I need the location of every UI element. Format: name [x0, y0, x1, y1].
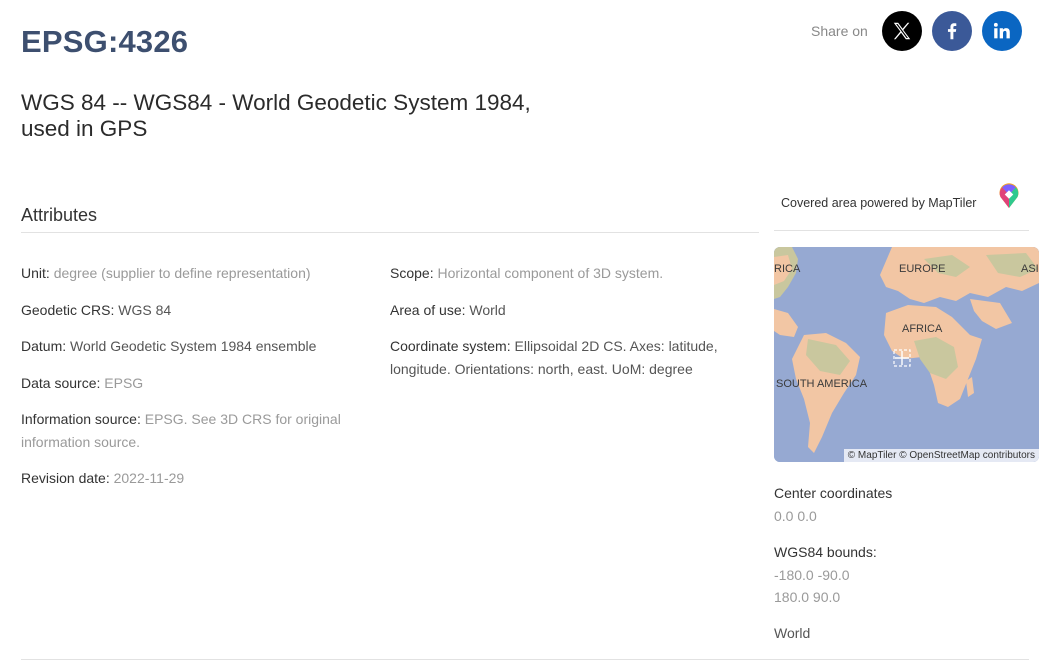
attr-label: Datum:: [21, 338, 67, 354]
attr-label: Revision date:: [21, 470, 110, 486]
attr-datum: Datum: World Geodetic System 1984 ensemb…: [21, 335, 366, 358]
attributes-right-column: Scope: Horizontal component of 3D system…: [390, 262, 750, 394]
attributes-heading: Attributes: [21, 205, 98, 225]
footer-divider: [21, 659, 1029, 660]
linkedin-icon: [993, 22, 1010, 39]
share-linkedin-button[interactable]: [981, 11, 1022, 51]
attr-unit: Unit: degree (supplier to define represe…: [21, 262, 366, 285]
area-name: World: [774, 622, 810, 645]
revision-date-value: 2022-11-29: [113, 470, 185, 486]
attr-label: Unit:: [21, 265, 50, 281]
attributes-divider: [21, 232, 759, 233]
bounds-label: WGS84 bounds:: [774, 544, 877, 560]
attr-area-of-use: Area of use: World: [390, 299, 750, 322]
center-crosshair-icon: [893, 349, 911, 367]
map-label-south-america: SOUTH AMERICA: [776, 378, 868, 390]
coverage-map[interactable]: RICA EUROPE ASI AFRICA SOUTH AMERICA © M…: [774, 247, 1039, 462]
share-facebook-button[interactable]: [931, 11, 972, 51]
map-label-america: RICA: [774, 263, 801, 275]
x-logo-icon: [893, 22, 911, 40]
map-label-africa: AFRICA: [902, 323, 943, 335]
center-coordinates: Center coordinates 0.0 0.0: [774, 482, 892, 527]
attributes-left-column: Unit: degree (supplier to define represe…: [21, 262, 366, 504]
page-title: EPSG:4326: [21, 24, 189, 59]
share-label: Share on: [811, 23, 868, 39]
area-of-use-link[interactable]: World: [469, 302, 505, 318]
bounds-min: -180.0 -90.0: [774, 566, 850, 583]
data-source-value: EPSG: [104, 374, 144, 391]
attr-information-source: Information source: EPSG. See 3D CRS for…: [21, 408, 366, 453]
map-powered-by: Covered area powered by MapTiler: [781, 196, 977, 210]
attr-label: Coordinate system:: [390, 338, 511, 354]
attr-label: Area of use:: [390, 301, 466, 318]
attr-data-source: Data source: EPSG: [21, 372, 366, 395]
map-label-asia: ASI: [1021, 263, 1039, 275]
attr-revision-date: Revision date: 2022-11-29: [21, 467, 366, 490]
geodetic-crs-link[interactable]: WGS 84: [118, 302, 171, 318]
center-label: Center coordinates: [774, 485, 893, 501]
scope-value: Horizontal component of 3D system.: [437, 265, 664, 281]
attr-label: Geodetic CRS:: [21, 301, 115, 318]
attr-label: Scope:: [390, 265, 434, 281]
attr-label: Information source:: [21, 411, 141, 427]
datum-link[interactable]: World Geodetic System 1984 ensemble: [70, 338, 316, 354]
map-divider: [774, 230, 1029, 231]
attr-scope: Scope: Horizontal component of 3D system…: [390, 262, 750, 285]
attr-geodetic-crs: Geodetic CRS: WGS 84: [21, 299, 366, 322]
wgs84-bounds: WGS84 bounds: -180.0 -90.0 180.0 90.0: [774, 541, 877, 609]
area-value: World: [774, 625, 811, 641]
facebook-icon: [947, 23, 957, 40]
map-label-europe: EUROPE: [899, 263, 946, 275]
bounds-max: 180.0 90.0: [774, 589, 841, 605]
share-x-button[interactable]: [881, 11, 922, 51]
attr-label: Data source:: [21, 374, 101, 391]
unit-link[interactable]: degree (supplier to define representatio…: [54, 265, 311, 281]
maptiler-logo-icon[interactable]: [997, 183, 1021, 209]
attr-coordinate-system: Coordinate system: Ellipsoidal 2D CS. Ax…: [390, 335, 750, 380]
map-attribution[interactable]: © MapTiler © OpenStreetMap contributors: [843, 449, 1039, 462]
center-value: 0.0 0.0: [774, 507, 817, 524]
share-bar: Share on: [811, 10, 1022, 52]
crs-name: WGS 84 -- WGS84 - World Geodetic System …: [21, 90, 531, 141]
